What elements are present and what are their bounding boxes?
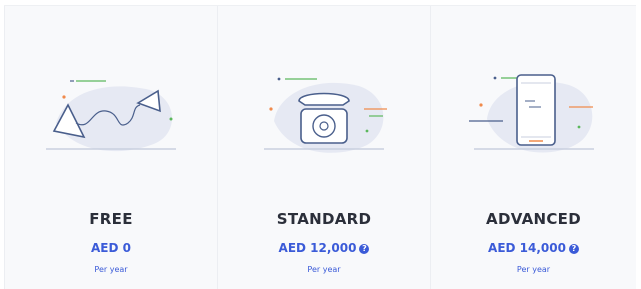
price-value: AED 0 [91,241,131,255]
plan-name: STANDARD [276,210,372,228]
smartphone-illustration [468,74,594,153]
pricing-plans: FREE AED 0 Per year STANDARD AED 12,000 … [0,0,641,289]
plan-name: ADVANCED [486,210,581,228]
plans-grid: FREE AED 0 Per year STANDARD AED 12,000 … [4,5,636,289]
plan-card-advanced[interactable]: ADVANCED AED 14,000? Per year [431,6,636,289]
plan-card-free[interactable]: FREE AED 0 Per year [4,6,218,289]
string-telephone-illustration [46,80,176,152]
plan-price: AED 0 [5,241,217,255]
price-value: AED 14,000 [488,241,566,255]
info-icon[interactable]: ? [359,244,370,254]
plan-card-standard[interactable]: STANDARD AED 12,000? Per year [218,6,431,289]
plan-price: AED 12,000? [218,241,430,255]
plan-name: FREE [89,210,133,228]
plan-period: Per year [307,265,341,274]
plan-period: Per year [516,265,551,274]
plan-price: AED 14,000? [431,241,636,255]
rotary-phone-illustration [264,77,387,153]
plan-period: Per year [94,265,128,274]
info-icon[interactable]: ? [568,244,579,254]
price-value: AED 12,000 [278,241,357,255]
